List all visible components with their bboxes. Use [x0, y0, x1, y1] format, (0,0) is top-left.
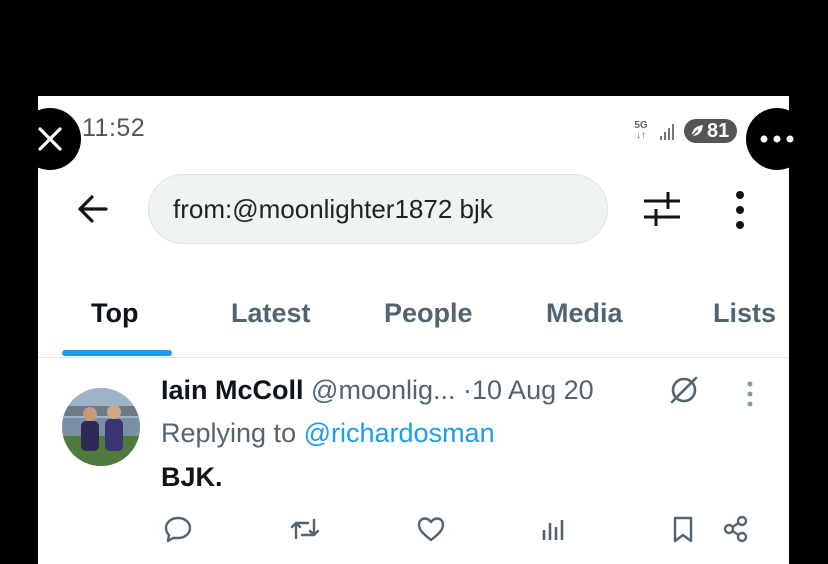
tab-media[interactable]: Media	[546, 298, 623, 329]
tweet-more-icon[interactable]	[746, 380, 754, 408]
back-arrow-icon[interactable]	[76, 192, 110, 226]
grok-icon[interactable]	[668, 374, 700, 406]
more-vertical-icon[interactable]	[734, 190, 746, 230]
share-icon[interactable]	[721, 514, 751, 544]
battery-level: 81	[707, 119, 730, 142]
search-input[interactable]: from:@moonlighter1872 bjk	[148, 174, 608, 244]
signal-bars-icon	[660, 122, 674, 140]
more-horizontal-icon	[760, 135, 794, 143]
more-options-button[interactable]	[746, 108, 808, 170]
tab-lists[interactable]: Lists	[713, 298, 776, 329]
search-tabs: Top Latest People Media Lists	[38, 286, 789, 358]
close-icon	[38, 127, 62, 151]
search-query: from:@moonlighter1872 bjk	[173, 193, 493, 224]
status-time: 11:52	[82, 114, 146, 142]
app-screen: 11:52 5G ↓↑ 81 from:@moonlighter1872 bjk	[38, 96, 789, 564]
replying-prefix: Replying to	[161, 418, 297, 448]
tweet-date[interactable]: 10 Aug 20	[472, 375, 594, 405]
sliders-icon[interactable]	[642, 190, 682, 228]
tweet-header: Iain McColl @moonlig... ·10 Aug 20	[161, 375, 594, 406]
author-handle[interactable]: @moonlig...	[311, 375, 455, 405]
replying-to-line: Replying to @richardosman	[161, 418, 495, 449]
tab-people[interactable]: People	[384, 298, 473, 329]
tweet-text: BJK.	[161, 462, 223, 492]
battery-indicator: 81	[684, 119, 738, 143]
author-name[interactable]: Iain McColl	[161, 375, 304, 405]
tabs-divider	[38, 357, 789, 358]
avatar-photo	[62, 388, 140, 466]
close-button[interactable]	[19, 108, 81, 170]
bookmark-icon[interactable]	[668, 514, 698, 544]
retweet-icon[interactable]	[290, 514, 320, 544]
tab-latest[interactable]: Latest	[231, 298, 311, 329]
replying-to-mention[interactable]: @richardosman	[304, 418, 495, 448]
active-tab-indicator	[62, 350, 172, 356]
tab-top[interactable]: Top	[91, 298, 138, 329]
like-icon[interactable]	[416, 514, 446, 544]
network-arrows-icon: ↓↑	[636, 130, 646, 141]
avatar[interactable]	[62, 388, 140, 466]
battery-saver-leaf-icon	[691, 125, 703, 137]
reply-icon[interactable]	[163, 514, 193, 544]
header-separator: ·	[463, 375, 473, 405]
views-icon[interactable]	[538, 514, 568, 544]
status-indicators: 5G ↓↑ 81	[632, 116, 738, 146]
network-indicator: 5G ↓↑	[632, 121, 650, 141]
